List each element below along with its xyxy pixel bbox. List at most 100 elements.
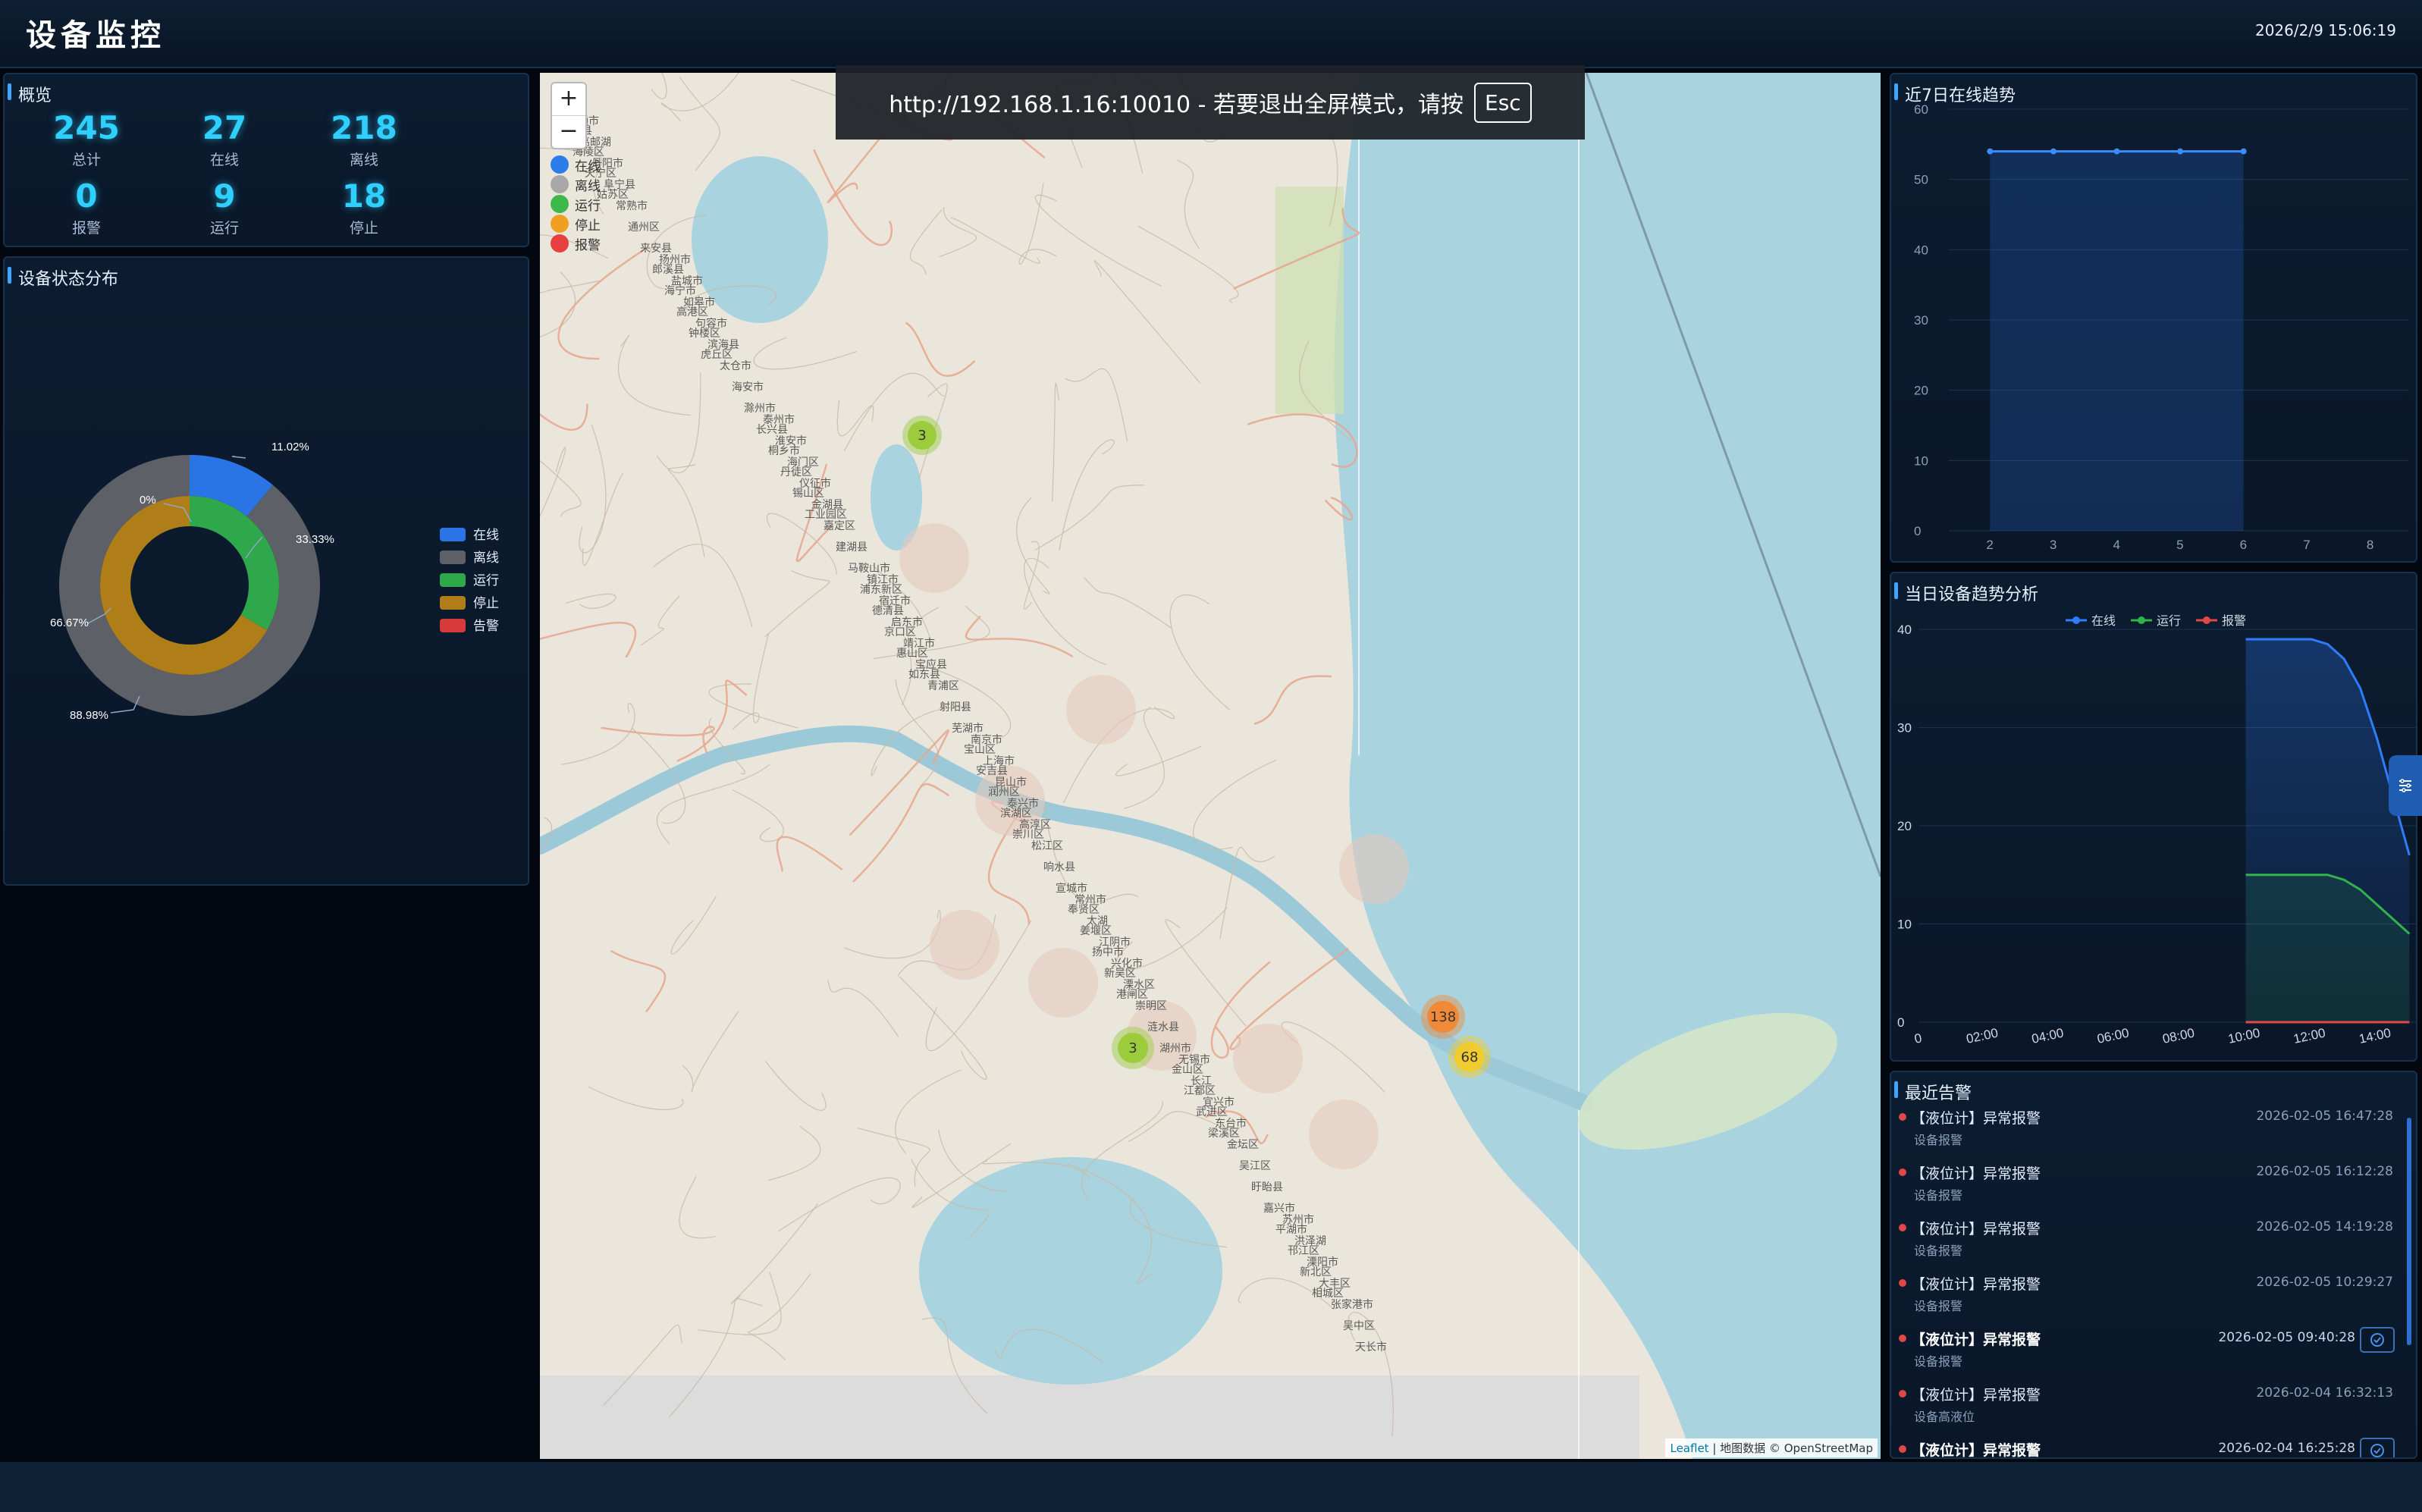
place-label: 宝山区 bbox=[964, 744, 996, 756]
map-legend: 在线 离线 运行 停止 报警 bbox=[551, 155, 601, 253]
map-view[interactable]: 江苏省扬州市泰州市镇江市南京市常州市无锡市苏州市南通市盐城市淮安市宿迁市上海市太… bbox=[540, 73, 1881, 1459]
place-label: 建湖县 bbox=[836, 541, 867, 554]
legend-alarm[interactable]: 报警 bbox=[551, 234, 601, 253]
alert-item[interactable]: 【液位计】异常报警 设备高液位 2026-02-04 16:32:13 bbox=[1891, 1379, 2416, 1435]
legend-offline[interactable]: 离线 bbox=[551, 174, 601, 194]
place-label: 吴中区 bbox=[1343, 1320, 1375, 1332]
online-trend-panel: 近7日在线趋势 0 10 20 30 40 50 60 2 3 4 5 6 7 8 bbox=[1890, 73, 2417, 563]
place-label: 崇川区 bbox=[1012, 829, 1044, 841]
place-label: 姜堰区 bbox=[1080, 925, 1112, 937]
stat-stopped: 18 停止 bbox=[341, 177, 387, 237]
legend-marker bbox=[2203, 616, 2210, 624]
esc-key: Esc bbox=[1474, 82, 1532, 123]
place-label: 相城区 bbox=[1312, 1288, 1344, 1300]
urban-area bbox=[1028, 948, 1098, 1018]
legend-label: 离线 bbox=[473, 551, 499, 565]
top-bar: 设备监控 2026/2/9 15:06:19 bbox=[0, 0, 2422, 68]
place-label: 嘉兴市 bbox=[1263, 1202, 1295, 1215]
x-tick-label: 2 bbox=[1986, 538, 1993, 552]
acknowledge-icon[interactable] bbox=[2360, 1438, 2395, 1457]
place-label: 姑苏区 bbox=[597, 189, 629, 201]
y-tick-label: 20 bbox=[1897, 819, 1912, 833]
place-label: 湖州市 bbox=[1159, 1042, 1191, 1055]
legend-label: 报警 bbox=[2222, 614, 2246, 628]
legend-label: 告警 bbox=[473, 619, 499, 633]
legend-swatch bbox=[440, 528, 466, 541]
marker-cluster[interactable]: 3 bbox=[902, 416, 942, 455]
y-tick-label: 30 bbox=[1897, 721, 1912, 736]
scroll-thumb[interactable] bbox=[2407, 1118, 2411, 1345]
acknowledge-icon[interactable] bbox=[2360, 1327, 2395, 1353]
place-label: 海宁市 bbox=[664, 284, 696, 297]
place-label: 金山区 bbox=[1172, 1064, 1203, 1076]
donut-leader-line bbox=[231, 456, 246, 459]
x-tick-label: 08:00 bbox=[2161, 1025, 2196, 1046]
taihu-lake bbox=[919, 1157, 1222, 1385]
place-label: 松江区 bbox=[1031, 840, 1063, 852]
map-tiles[interactable]: 江苏省扬州市泰州市镇江市南京市常州市无锡市苏州市南通市盐城市淮安市宿迁市上海市太… bbox=[540, 73, 1881, 1459]
list-settings-icon bbox=[2399, 779, 2411, 792]
y-tick-label: 40 bbox=[1897, 623, 1912, 637]
data-point bbox=[2240, 148, 2247, 155]
place-label: 扬中市 bbox=[1092, 946, 1124, 958]
place-label: 崇明区 bbox=[1135, 1000, 1167, 1012]
place-label: 德清县 bbox=[872, 605, 904, 617]
place-label: 高港区 bbox=[676, 306, 708, 318]
place-label: 涟水县 bbox=[1147, 1021, 1179, 1034]
marker-cluster[interactable]: 68 bbox=[1448, 1036, 1491, 1078]
leaflet-link[interactable]: Leaflet bbox=[1670, 1441, 1708, 1455]
place-label: 京口区 bbox=[884, 626, 916, 638]
alert-item[interactable]: 【液位计】异常报警 设备报警 2026-02-05 14:19:28 bbox=[1891, 1213, 2416, 1269]
urban-area bbox=[899, 523, 969, 593]
data-point bbox=[1987, 148, 1994, 155]
legend-marker bbox=[2072, 616, 2080, 624]
stat-alarm: 0 报警 bbox=[71, 177, 101, 237]
place-label: 奉贤区 bbox=[1068, 904, 1100, 916]
x-tick-label: 4 bbox=[2113, 538, 2120, 552]
zoom-in-button[interactable]: + bbox=[552, 83, 585, 115]
place-label: 江都区 bbox=[1184, 1085, 1216, 1097]
zoom-control: + − bbox=[551, 82, 587, 149]
alert-item[interactable]: 【液位计】异常报警 设备报警 2026-02-05 09:40:28 bbox=[1891, 1324, 2416, 1379]
alert-item[interactable]: 【液位计】异常报警 设备报警 2026-02-05 16:47:28 bbox=[1891, 1103, 2416, 1158]
place-label: 响水县 bbox=[1043, 861, 1075, 874]
legend-label: 在线 bbox=[2091, 614, 2116, 628]
alert-item[interactable]: 【液位计】异常报警 设备报警 2026-02-05 10:29:27 bbox=[1891, 1269, 2416, 1324]
alert-item[interactable]: 【液位计】异常报警 2026-02-04 16:25:28 bbox=[1891, 1435, 2416, 1457]
legend-running[interactable]: 运行 bbox=[551, 194, 601, 214]
legend-stopped[interactable]: 停止 bbox=[551, 214, 601, 234]
alerts-scrollbar[interactable] bbox=[2405, 1106, 2413, 1457]
alert-dot-icon bbox=[1899, 1445, 1906, 1453]
donut-label: 88.98% bbox=[70, 709, 108, 722]
donut-label: 33.33% bbox=[296, 533, 334, 546]
daily-trend-chart: 0 10 20 30 40 0 02:00 04:00 06:00 08:00 10:00 12:00… bbox=[1897, 614, 2416, 1046]
place-label: 郎溪县 bbox=[652, 264, 684, 276]
marker-cluster[interactable]: 138 bbox=[1421, 995, 1465, 1039]
y-tick-label: 10 bbox=[1897, 918, 1912, 932]
recent-alerts-title: 最近告警 bbox=[1893, 1080, 1972, 1104]
daily-trend-panel: 当日设备趋势分析 0 10 20 30 40 0 02:00 04:00 06:00 08:00 1… bbox=[1890, 572, 2417, 1062]
place-label: 邗江区 bbox=[1288, 1245, 1319, 1257]
y-tick-label: 10 bbox=[1914, 453, 1928, 468]
y-tick-label: 50 bbox=[1914, 173, 1928, 187]
x-tick-label: 3 bbox=[2050, 538, 2057, 552]
alert-list[interactable]: 【液位计】异常报警 设备报警 2026-02-05 16:47:28 【液位计】异常… bbox=[1891, 1103, 2416, 1457]
place-label: 海安市 bbox=[732, 381, 764, 394]
status-donut-chart: 11.02% 33.33% 0% 66.67% 88.98% 在线离线运行停止告警 bbox=[50, 441, 499, 722]
legend-online[interactable]: 在线 bbox=[551, 155, 601, 174]
marker-cluster[interactable]: 3 bbox=[1112, 1027, 1154, 1069]
place-label: 港闸区 bbox=[1116, 989, 1148, 1001]
legend-swatch bbox=[440, 551, 466, 564]
map-empty-tiles bbox=[540, 1376, 1639, 1459]
data-point bbox=[2050, 148, 2057, 155]
place-label: 浦东新区 bbox=[860, 584, 902, 596]
alert-item[interactable]: 【液位计】异常报警 设备报警 2026-02-05 16:12:28 bbox=[1891, 1158, 2416, 1213]
place-label: 滁州市 bbox=[744, 402, 776, 415]
zoom-out-button[interactable]: − bbox=[552, 115, 585, 148]
place-label: 惠山区 bbox=[896, 648, 928, 660]
legend-label: 运行 bbox=[473, 573, 499, 588]
place-label: 射阳县 bbox=[940, 701, 971, 714]
bottom-bar bbox=[0, 1462, 2422, 1512]
side-drawer-toggle[interactable] bbox=[2389, 755, 2422, 816]
place-label: 金坛区 bbox=[1227, 1139, 1259, 1151]
